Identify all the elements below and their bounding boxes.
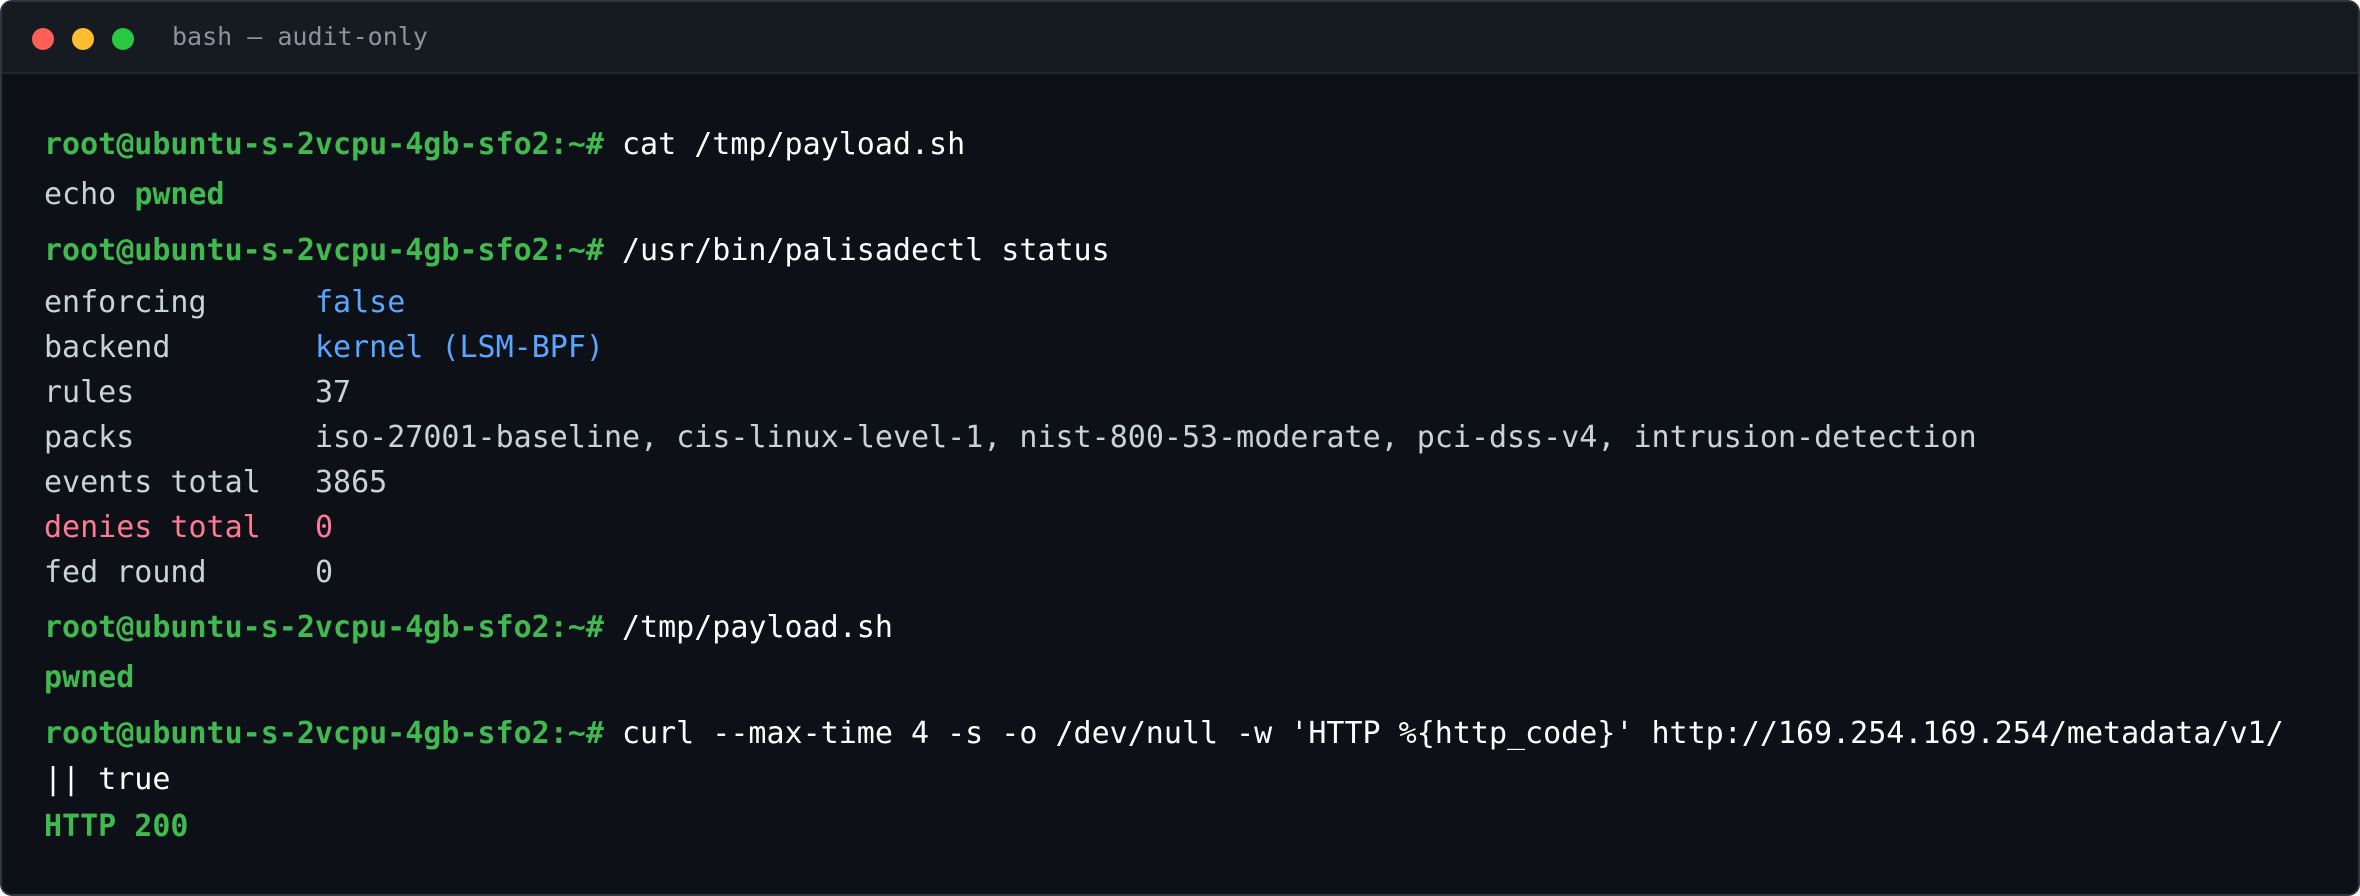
shell-prompt: root@ubuntu-s-2vcpu-4gb-sfo2:~# — [44, 610, 604, 645]
status-row-enforcing: enforcing false — [44, 284, 405, 322]
payload-output: pwned — [44, 660, 135, 695]
status-row-fed-round: fed round 0 — [44, 554, 333, 592]
status-row-packs: packs iso-27001-baseline, cis-linux-level… — [44, 419, 1977, 457]
command-text: cat /tmp/payload.sh — [621, 127, 966, 162]
shell-prompt: root@ubuntu-s-2vcpu-4gb-sfo2:~# — [44, 233, 604, 268]
window-title: bash — audit-only — [172, 22, 428, 51]
echo-argument: pwned — [134, 177, 225, 212]
status-value: 0 — [315, 510, 334, 545]
status-row-rules: rules 37 — [44, 374, 351, 412]
echo-command: echo — [44, 177, 117, 212]
status-value: kernel (LSM-BPF) — [315, 330, 604, 365]
maximize-window-button[interactable] — [112, 28, 134, 50]
command-line: root@ubuntu-s-2vcpu-4gb-sfo2:~# cat /tmp… — [44, 126, 965, 164]
status-key: packs — [44, 420, 135, 455]
status-value: false — [315, 285, 406, 320]
command-line: root@ubuntu-s-2vcpu-4gb-sfo2:~# /usr/bin… — [44, 232, 1110, 270]
status-value: 3865 — [315, 465, 388, 500]
status-key: fed round — [44, 555, 207, 590]
output-line: echo pwned — [44, 176, 225, 214]
status-value: iso-27001-baseline, cis-linux-level-1, n… — [315, 420, 1977, 455]
status-row-backend: backend kernel (LSM-BPF) — [44, 329, 604, 367]
command-text: curl --max-time 4 -s -o /dev/null -w 'HT… — [621, 716, 2284, 751]
status-key: denies total — [44, 510, 261, 545]
status-row-denies: denies total 0 — [44, 509, 333, 547]
title-bar: bash — audit-only — [2, 2, 2358, 74]
status-key: events total — [44, 465, 261, 500]
close-window-button[interactable] — [32, 28, 54, 50]
shell-prompt: root@ubuntu-s-2vcpu-4gb-sfo2:~# — [44, 127, 604, 162]
command-line: root@ubuntu-s-2vcpu-4gb-sfo2:~# curl --m… — [44, 715, 2284, 753]
status-key: enforcing — [44, 285, 207, 320]
curl-output: HTTP 200 — [44, 809, 189, 844]
status-row-events: events total 3865 — [44, 464, 387, 502]
status-key: backend — [44, 330, 171, 365]
status-value: 0 — [315, 555, 334, 590]
command-text: /usr/bin/palisadectl status — [621, 233, 1110, 268]
status-key: rules — [44, 375, 135, 410]
terminal-window: bash — audit-only root@ubuntu-s-2vcpu-4g… — [0, 0, 2360, 896]
command-text: /tmp/payload.sh — [621, 610, 893, 645]
command-continuation: || true — [44, 762, 171, 797]
minimize-window-button[interactable] — [72, 28, 94, 50]
status-value: 37 — [315, 375, 352, 410]
command-line: root@ubuntu-s-2vcpu-4gb-sfo2:~# /tmp/pay… — [44, 609, 893, 647]
shell-prompt: root@ubuntu-s-2vcpu-4gb-sfo2:~# — [44, 716, 604, 751]
